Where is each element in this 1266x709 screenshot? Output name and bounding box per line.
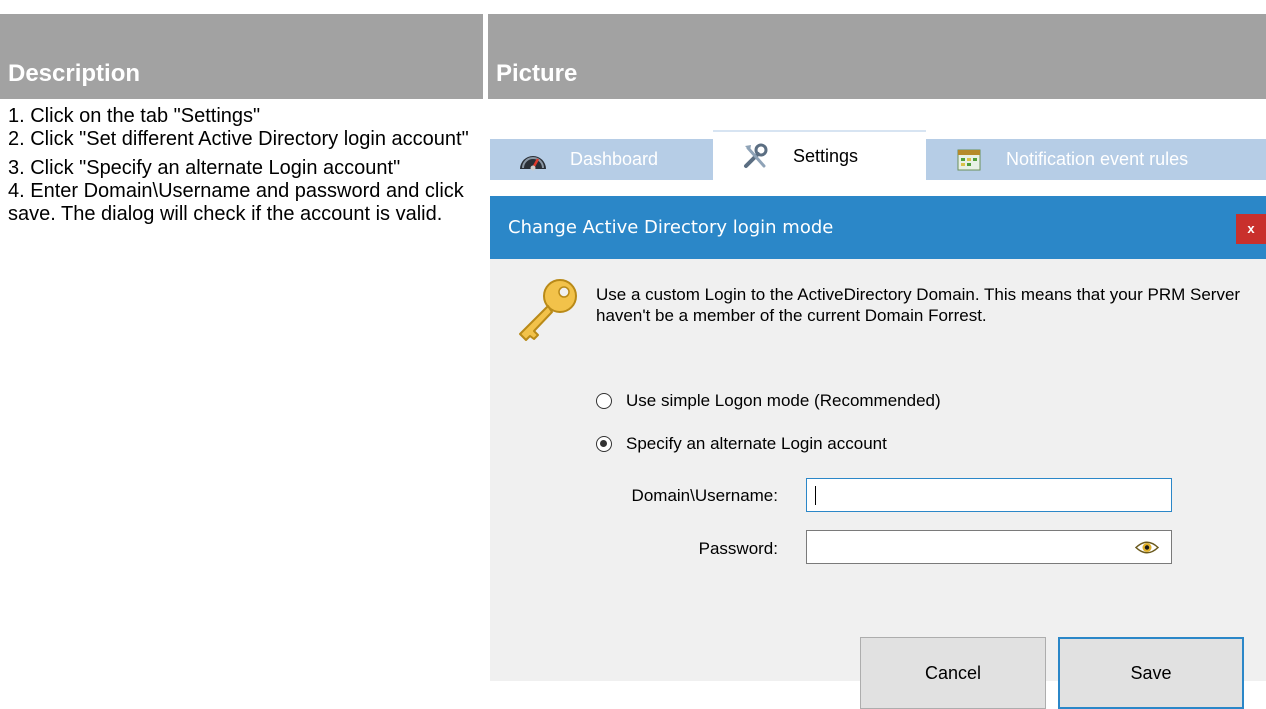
tools-icon bbox=[741, 143, 771, 169]
tab-label: Dashboard bbox=[570, 149, 659, 169]
option-label: Use simple Logon mode (Recommended) bbox=[626, 391, 941, 410]
change-login-mode-dialog: Change Active Directory login mode x Use… bbox=[490, 196, 1266, 709]
eye-icon[interactable] bbox=[1134, 540, 1160, 555]
dialog-description: Use a custom Login to the ActiveDirector… bbox=[596, 285, 1241, 325]
tab-strip: Dashboard Settings Notification event ru… bbox=[490, 130, 1266, 180]
alternate-login-radio[interactable] bbox=[596, 436, 612, 452]
simple-logon-radio[interactable] bbox=[596, 393, 612, 409]
instruction-steps: 1. Click on the tab "Settings" 2. Click … bbox=[8, 105, 478, 226]
description-column-header: Description bbox=[0, 14, 483, 99]
password-field[interactable] bbox=[806, 530, 1172, 564]
step-4: 4. Enter Domain\Username and password an… bbox=[8, 180, 464, 225]
option-label: Specify an alternate Login account bbox=[626, 434, 887, 453]
password-label: Password: bbox=[698, 539, 778, 558]
tab-notification-event-rules[interactable]: Notification event rules bbox=[926, 139, 1266, 180]
username-field[interactable] bbox=[806, 478, 1172, 512]
simple-logon-option[interactable]: Use simple Logon mode (Recommended) bbox=[596, 391, 941, 411]
save-button[interactable]: Save bbox=[1058, 637, 1244, 709]
username-label: Domain\Username: bbox=[631, 486, 778, 505]
dialog-title: Change Active Directory login mode bbox=[508, 217, 834, 238]
close-button[interactable]: x bbox=[1236, 214, 1266, 244]
tab-dashboard[interactable]: Dashboard bbox=[490, 139, 713, 180]
tab-settings[interactable]: Settings bbox=[713, 130, 926, 180]
step-2: 2. Click "Set different Active Directory… bbox=[8, 128, 469, 150]
step-1: 1. Click on the tab "Settings" bbox=[8, 105, 261, 127]
speedometer-icon bbox=[518, 147, 548, 173]
alternate-login-option[interactable]: Specify an alternate Login account bbox=[596, 434, 887, 454]
cancel-button[interactable]: Cancel bbox=[860, 637, 1046, 709]
dialog-titlebar: Change Active Directory login mode bbox=[490, 196, 1266, 259]
calendar-icon bbox=[954, 147, 984, 173]
tab-label: Notification event rules bbox=[1006, 149, 1189, 169]
step-3: 3. Click "Specify an alternate Login acc… bbox=[8, 157, 401, 179]
picture-column-header: Picture bbox=[488, 14, 1266, 99]
text-caret bbox=[815, 486, 816, 505]
tab-label: Settings bbox=[793, 145, 859, 166]
key-icon bbox=[512, 276, 582, 344]
